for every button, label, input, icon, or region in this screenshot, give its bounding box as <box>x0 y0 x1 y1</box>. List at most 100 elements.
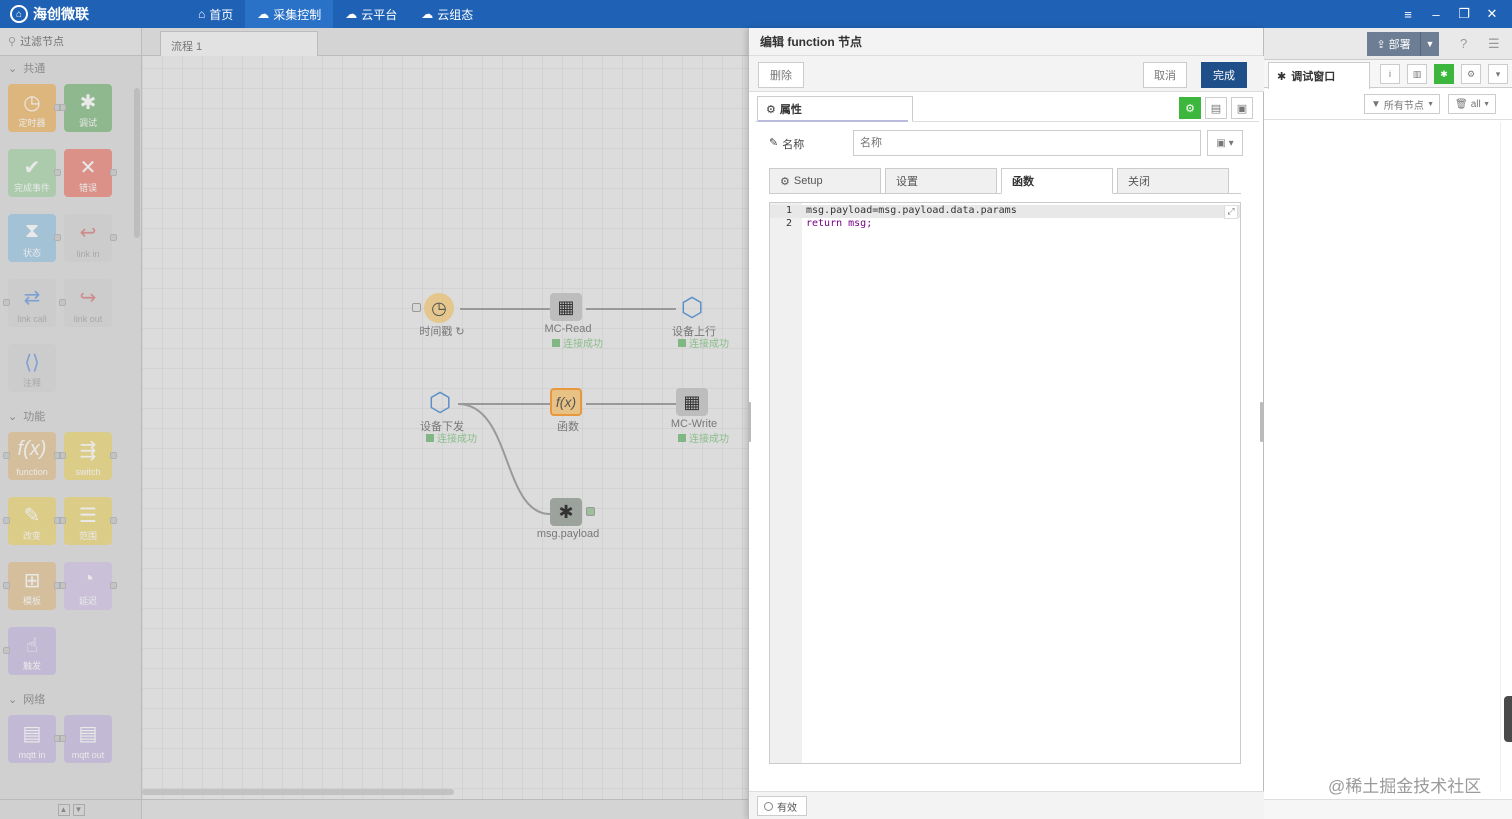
icon-select-button[interactable]: ▣ ▾ <box>1207 130 1243 156</box>
chevron-down-icon[interactable]: ▼ <box>1421 39 1439 49</box>
chevron-down-icon[interactable]: ▾ <box>1488 64 1508 84</box>
palette-node-complete[interactable]: ✔ 完成事件 <box>8 149 61 197</box>
sidebar-resize-handle[interactable] <box>1260 402 1263 442</box>
flow-node-debug[interactable]: ✱ msg.payload <box>537 498 599 540</box>
palette-node-function[interactable]: f(x) function <box>3 432 61 480</box>
tab-function[interactable]: 函数 <box>1001 168 1113 194</box>
output-port <box>54 234 61 241</box>
palette-node-link-in[interactable]: ↩ link in <box>64 214 117 262</box>
maximize-icon[interactable]: ❐ <box>1450 0 1478 28</box>
nav-cloud-scada[interactable]: ☁ 云组态 <box>409 0 485 28</box>
palette-node-status[interactable]: ⧗ 状态 <box>8 214 61 262</box>
done-button[interactable]: 完成 <box>1201 62 1247 88</box>
flow-node-device-uplink[interactable]: ⬡ 设备上行 连接成功 <box>672 292 729 351</box>
input-port <box>3 517 10 524</box>
expand-icon[interactable]: ⤢ <box>1224 205 1238 219</box>
category-common[interactable]: ⌄ 共通 <box>0 56 141 80</box>
flow-node-mc-write[interactable]: ▦ MC-Write 连接成功 <box>671 388 729 445</box>
input-port <box>59 104 66 111</box>
palette-node-link-call[interactable]: ⇄ link call <box>3 279 56 327</box>
palette-node-change[interactable]: ✎ 改变 <box>3 497 61 545</box>
book-icon[interactable]: ▥ <box>1407 64 1427 84</box>
flow-node-function[interactable]: f(x) 函数 <box>550 388 586 433</box>
code-editor[interactable]: 1 msg.payload=msg.payload.data.params 2 re… <box>769 202 1241 764</box>
nav-home[interactable]: ⌂ 首页 <box>186 0 245 28</box>
collapse-all-icon[interactable]: ▲ <box>57 803 70 816</box>
node-settings-icon[interactable]: ⚙ <box>1179 97 1201 119</box>
status-text: 连接成功 <box>437 434 477 445</box>
appearance-icon[interactable]: ▣ <box>1231 97 1253 119</box>
flow-node-mc-read[interactable]: ▦ MC-Read 连接成功 <box>544 293 603 350</box>
tray-resize-handle[interactable] <box>748 402 751 442</box>
delay-icon: ◔ <box>81 568 95 590</box>
code-text: msg.payload=msg.payload.data.params <box>806 205 1017 216</box>
tab-debug[interactable]: ✱ 调试窗口 <box>1268 62 1370 89</box>
palette-search-input[interactable] <box>20 35 131 48</box>
node-label: msg.payload <box>536 528 600 540</box>
brand[interactable]: ⌂ 海创微联 <box>10 4 89 24</box>
palette-node-delay[interactable]: ◔ 延迟 <box>59 562 117 610</box>
cloud-sync-icon: ☁ <box>257 7 270 21</box>
status-text: 连接成功 <box>689 339 729 350</box>
debug-scrollbar[interactable] <box>1500 122 1509 792</box>
palette-node-catch[interactable]: ✕ 错误 <box>64 149 117 197</box>
debug-toggle[interactable] <box>586 507 595 516</box>
node-label: MC-Read <box>544 323 592 335</box>
status-text: 连接成功 <box>689 434 729 445</box>
close-icon[interactable]: ✕ <box>1478 0 1506 28</box>
plc-icon: ▦ <box>676 388 708 416</box>
node-label: 触发 <box>22 661 41 671</box>
gear-icon[interactable]: ⚙ <box>1461 64 1481 84</box>
category-network[interactable]: ⌄ 网络 <box>0 687 141 711</box>
select-label: 所有节点 <box>1383 100 1424 112</box>
edit-tray: 编辑 function 节点 删除 取消 完成 ⚙属性 ⚙ ▤ ▣ ✎名称 ▣ … <box>748 28 1265 819</box>
palette-node-link-out[interactable]: ↪ link out <box>59 279 112 327</box>
enabled-toggle[interactable]: 有效 <box>757 796 807 816</box>
flow-canvas: ◷ 时间戳 ↻ ▦ MC-Read 连接成功 ⬡ 设备上行 连接成功 ⬡ 设备下… <box>142 28 748 819</box>
palette-node-switch[interactable]: ⇶ switch <box>59 432 117 480</box>
menu-icon[interactable]: ≡ <box>1394 0 1422 28</box>
tab-label: Setup <box>793 175 823 187</box>
palette-node-debug[interactable]: ✱ 调试 <box>59 84 112 132</box>
menu-icon[interactable]: ☰ <box>1488 36 1500 52</box>
category-label: 功能 <box>23 411 46 423</box>
palette-node-mqtt-in[interactable]: ▤ mqtt in <box>8 715 61 763</box>
tray-title: 编辑 function 节点 <box>749 28 1263 56</box>
name-input[interactable] <box>853 130 1201 156</box>
palette-node-mqtt-out[interactable]: ▤ mqtt out <box>59 715 112 763</box>
tab-settings[interactable]: 设置 <box>885 168 997 194</box>
palette-node-template[interactable]: ⊞ 模板 <box>3 562 61 610</box>
palette-node-comment[interactable]: ⟨⟩ 注释 <box>8 344 56 392</box>
nav-cloud-platform[interactable]: ☁ 云平台 <box>333 0 409 28</box>
nav-collect-control[interactable]: ☁ 采集控制 <box>245 0 334 28</box>
palette-node-timer[interactable]: ◷ 定时器 <box>8 84 61 132</box>
side-handle[interactable] <box>1504 696 1512 742</box>
deploy-button[interactable]: ⇪ 部署 ▼ <box>1367 32 1439 56</box>
clear-select[interactable]: 🗑 all ▼ <box>1448 94 1496 114</box>
minimize-icon[interactable]: – <box>1422 0 1450 28</box>
deploy-main[interactable]: ⇪ 部署 <box>1367 32 1421 56</box>
chevron-down-icon: ⌄ <box>8 62 18 75</box>
flow-workspace[interactable]: 流程 1 ◷ 时间戳 ↻ ▦ MC-Read 连接成功 ⬡ 设备上行 连接成功 … <box>142 28 748 819</box>
filter-nodes-select[interactable]: ▼ 所有节点 ▼ <box>1364 94 1440 114</box>
tray-body: ⚙属性 ⚙ ▤ ▣ ✎名称 ▣ ▾ ⚙Setup 设置 函数 关闭 1msg.p… <box>755 94 1259 788</box>
tab-properties[interactable]: ⚙ 属性 <box>757 96 913 122</box>
cancel-button[interactable]: 取消 <box>1143 62 1187 88</box>
palette-scrollbar[interactable] <box>134 88 140 238</box>
info-icon[interactable]: i <box>1380 64 1400 84</box>
palette-node-range[interactable]: ☰ 范围 <box>59 497 117 545</box>
help-icon[interactable]: ? <box>1460 36 1467 51</box>
palette-node-trigger[interactable]: ☝ 触发 <box>3 627 56 675</box>
workspace-h-scrollbar[interactable] <box>142 789 454 795</box>
gear-icon: ⚙ <box>780 175 790 188</box>
description-icon[interactable]: ▤ <box>1205 97 1227 119</box>
delete-button[interactable]: 删除 <box>758 62 804 88</box>
tab-setup[interactable]: ⚙ Setup <box>769 168 881 194</box>
wire[interactable] <box>457 403 551 515</box>
category-function[interactable]: ⌄ 功能 <box>0 404 141 428</box>
bug-icon[interactable]: ✱ <box>1434 64 1454 84</box>
expand-all-icon[interactable]: ▼ <box>72 803 85 816</box>
tab-close[interactable]: 关闭 <box>1117 168 1229 194</box>
flow-node-timestamp[interactable]: ◷ 时间戳 ↻ <box>412 293 465 338</box>
flow-node-device-downlink[interactable]: ⬡ 设备下发 连接成功 <box>420 387 477 446</box>
